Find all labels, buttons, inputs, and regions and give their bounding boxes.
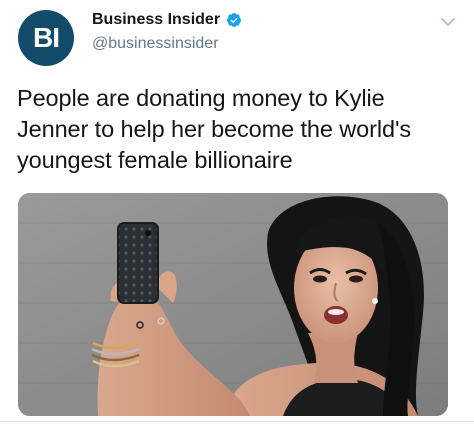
user-handle[interactable]: @businessinsider: [92, 35, 242, 53]
avatar[interactable]: BI: [18, 10, 74, 66]
display-name[interactable]: Business Insider: [92, 11, 220, 29]
divider: [0, 421, 474, 422]
name-row: Business Insider: [92, 11, 242, 29]
tweet-photo[interactable]: [18, 193, 448, 416]
user-info[interactable]: Business Insider @businessinsider: [92, 11, 242, 53]
tweet-text: People are donating money to Kylie Jenne…: [17, 85, 411, 173]
verified-badge-icon: [227, 13, 242, 27]
avatar-text: BI: [33, 22, 60, 53]
chevron-down-icon[interactable]: [440, 14, 456, 30]
photo-illustration: [18, 193, 448, 416]
tweet-card[interactable]: BI Business Insider @businessinsider Peo…: [0, 0, 474, 424]
